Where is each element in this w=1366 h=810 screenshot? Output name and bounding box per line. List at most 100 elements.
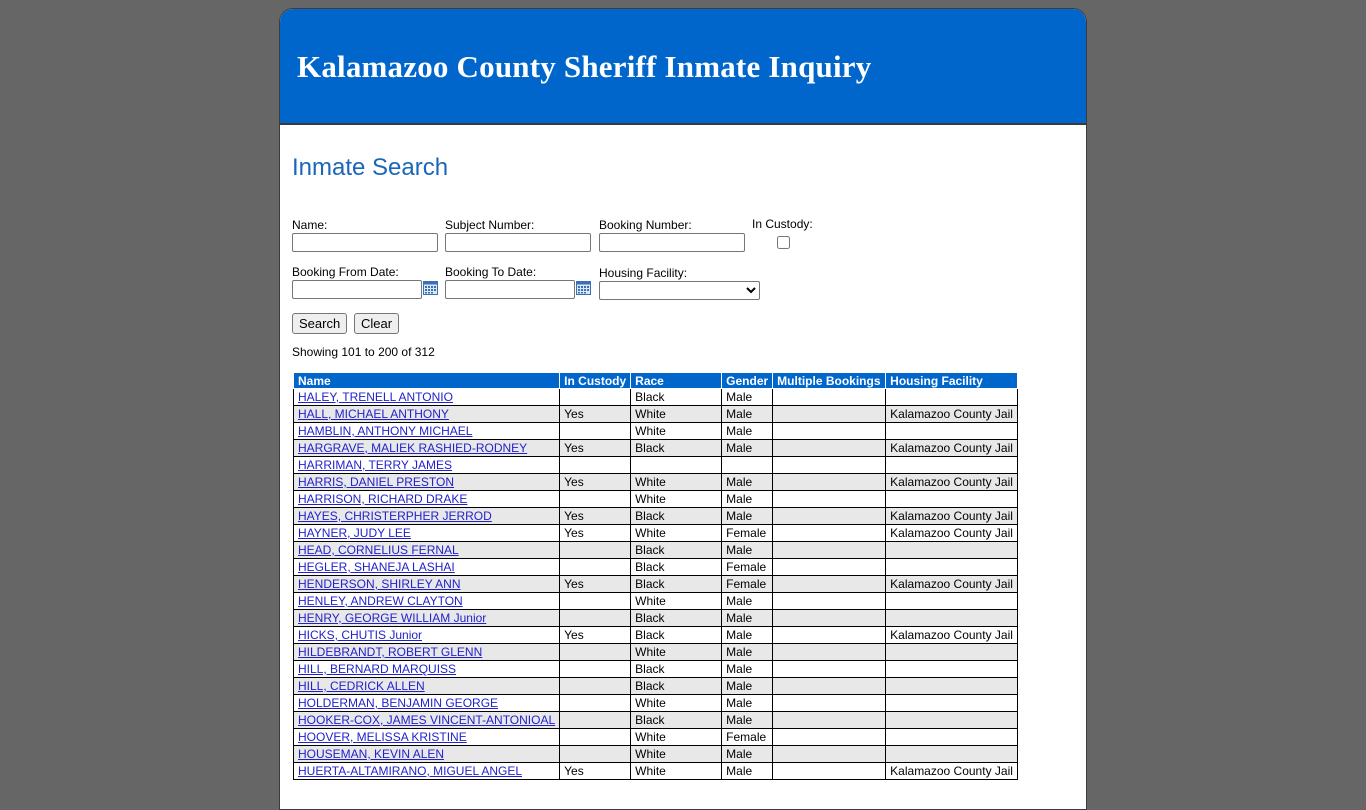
housing-facility-cell: Kalamazoo County Jail xyxy=(885,507,1019,525)
in-custody-cell xyxy=(559,677,632,695)
name-cell: HARRISON, RICHARD DRAKE xyxy=(292,490,561,508)
clear-button[interactable]: Clear xyxy=(354,313,400,334)
name-cell: HICKS, CHUTIS Junior xyxy=(292,626,561,644)
inmate-name-link[interactable]: HENLEY, ANDREW CLAYTON xyxy=(298,594,463,608)
name-cell: HENRY, GEORGE WILLIAM Junior xyxy=(292,609,561,627)
table-row: HARRIS, DANIEL PRESTON Yes White Male Kalama… xyxy=(292,473,1019,491)
in-custody-cell: Yes xyxy=(559,626,632,644)
gender-cell: Male xyxy=(721,541,774,559)
housing-facility-cell: Kalamazoo County Jail xyxy=(885,626,1019,644)
gender-cell: Male xyxy=(721,745,774,763)
name-cell: HAMBLIN, ANTHONY MICHAEL xyxy=(292,422,561,440)
column-header-name[interactable]: Name xyxy=(292,372,561,389)
inmate-name-link[interactable]: HARGRAVE, MALIEK RASHIED-RODNEY xyxy=(298,441,527,455)
gender-cell: Male xyxy=(721,473,774,491)
in-custody-cell xyxy=(559,694,632,712)
column-header-gender[interactable]: Gender xyxy=(721,372,774,389)
inmate-name-link[interactable]: HARRISON, RICHARD DRAKE xyxy=(298,492,467,506)
inmate-name-link[interactable]: HALL, MICHAEL ANTHONY xyxy=(298,407,449,421)
gender-cell xyxy=(721,456,774,474)
in-custody-cell xyxy=(559,456,632,474)
multiple-bookings-cell xyxy=(772,626,887,644)
calendar-icon[interactable] xyxy=(423,281,438,295)
name-input[interactable] xyxy=(292,233,438,252)
gender-cell: Female xyxy=(721,728,774,746)
column-header-housing-facility[interactable]: Housing Facility xyxy=(885,372,1019,389)
column-header-race[interactable]: Race xyxy=(630,372,723,389)
inmate-name-link[interactable]: HARRIMAN, TERRY JAMES xyxy=(298,458,452,472)
header-banner: Kalamazoo County Sheriff Inmate Inquiry xyxy=(280,9,1086,125)
gender-cell: Male xyxy=(721,609,774,627)
housing-facility-cell xyxy=(885,694,1019,712)
race-cell: White xyxy=(630,490,723,508)
inmate-name-link[interactable]: HALEY, TRENELL ANTONIO xyxy=(298,390,453,404)
table-row: HILDEBRANDT, ROBERT GLENN White Male xyxy=(292,643,1019,661)
inmate-name-link[interactable]: HILDEBRANDT, ROBERT GLENN xyxy=(298,645,482,659)
results-body: HALEY, TRENELL ANTONIO Black Male HALL, MIC… xyxy=(292,388,1019,780)
results-table: Name In Custody Race Gender Multiple Boo… xyxy=(292,372,1019,780)
table-row: HOOKER-COX, JAMES VINCENT-ANTONIOAL Black… xyxy=(292,711,1019,729)
table-row: HARRISON, RICHARD DRAKE White Male xyxy=(292,490,1019,508)
inmate-name-link[interactable]: HEGLER, SHANEJA LASHAI xyxy=(298,560,455,574)
gender-cell: Male xyxy=(721,660,774,678)
name-cell: HARRIS, DANIEL PRESTON xyxy=(292,473,561,491)
table-row: HOUSEMAN, KEVIN ALEN White Male xyxy=(292,745,1019,763)
table-row: HUERTA-ALTAMIRANO, MIGUEL ANGEL Yes White M… xyxy=(292,762,1019,780)
inmate-name-link[interactable]: HOUSEMAN, KEVIN ALEN xyxy=(298,747,444,761)
inmate-name-link[interactable]: HENDERSON, SHIRLEY ANN xyxy=(298,577,461,591)
race-cell: Black xyxy=(630,388,723,406)
inmate-name-link[interactable]: HAMBLIN, ANTHONY MICHAEL xyxy=(298,424,472,438)
name-cell: HENLEY, ANDREW CLAYTON xyxy=(292,592,561,610)
booking-number-input[interactable] xyxy=(599,233,745,252)
column-header-in-custody[interactable]: In Custody xyxy=(559,372,632,389)
search-button[interactable]: Search xyxy=(292,313,348,334)
inmate-name-link[interactable]: HAYES, CHRISTERPHER JERROD xyxy=(298,509,492,523)
inmate-name-link[interactable]: HICKS, CHUTIS Junior xyxy=(298,628,422,642)
name-cell: HILL, CEDRICK ALLEN xyxy=(292,677,561,695)
name-cell: HOOKER-COX, JAMES VINCENT-ANTONIOAL xyxy=(292,711,561,729)
housing-facility-cell xyxy=(885,643,1019,661)
table-row: HALL, MICHAEL ANTHONY Yes White Male Kalamaz… xyxy=(292,405,1019,423)
inmate-name-link[interactable]: HUERTA-ALTAMIRANO, MIGUEL ANGEL xyxy=(298,764,522,778)
name-cell: HOUSEMAN, KEVIN ALEN xyxy=(292,745,561,763)
housing-facility-cell xyxy=(885,422,1019,440)
gender-cell: Male xyxy=(721,507,774,525)
multiple-bookings-cell xyxy=(772,507,887,525)
multiple-bookings-cell xyxy=(772,558,887,576)
name-cell: HOLDERMAN, BENJAMIN GEORGE xyxy=(292,694,561,712)
facility-field-group: Housing Facility: xyxy=(599,266,760,300)
inmate-name-link[interactable]: HENRY, GEORGE WILLIAM Junior xyxy=(298,611,486,625)
race-cell: White xyxy=(630,473,723,491)
custody-field-group: In Custody: xyxy=(752,217,813,252)
inmate-name-link[interactable]: HILL, BERNARD MARQUISS xyxy=(298,662,456,676)
multiple-bookings-cell xyxy=(772,422,887,440)
inmate-name-link[interactable]: HEAD, CORNELIUS FERNAL xyxy=(298,543,459,557)
race-cell: Black xyxy=(630,660,723,678)
inmate-name-link[interactable]: HOOKER-COX, JAMES VINCENT-ANTONIOAL xyxy=(298,713,555,727)
multiple-bookings-cell xyxy=(772,711,887,729)
multiple-bookings-cell xyxy=(772,524,887,542)
race-cell: White xyxy=(630,405,723,423)
subject-number-label: Subject Number: xyxy=(445,218,535,232)
multiple-bookings-cell xyxy=(772,388,887,406)
race-cell: White xyxy=(630,524,723,542)
column-header-multiple-bookings[interactable]: Multiple Bookings xyxy=(772,372,887,389)
calendar-icon[interactable] xyxy=(576,281,591,295)
housing-facility-select[interactable] xyxy=(599,281,760,300)
in-custody-checkbox[interactable] xyxy=(777,236,790,249)
booking-to-date-label: Booking To Date: xyxy=(445,265,537,279)
booking-to-date-input[interactable] xyxy=(445,280,575,299)
booking-from-date-input[interactable] xyxy=(292,280,422,299)
housing-facility-cell xyxy=(885,609,1019,627)
inmate-name-link[interactable]: HOOVER, MELISSA KRISTINE xyxy=(298,730,467,744)
race-cell: Black xyxy=(630,558,723,576)
inmate-name-link[interactable]: HARRIS, DANIEL PRESTON xyxy=(298,475,454,489)
inmate-name-link[interactable]: HAYNER, JUDY LEE xyxy=(298,526,411,540)
table-row: HARRIMAN, TERRY JAMES xyxy=(292,456,1019,474)
race-cell: White xyxy=(630,762,723,780)
multiple-bookings-cell xyxy=(772,592,887,610)
inmate-name-link[interactable]: HILL, CEDRICK ALLEN xyxy=(298,679,425,693)
inmate-name-link[interactable]: HOLDERMAN, BENJAMIN GEORGE xyxy=(298,696,498,710)
race-cell: White xyxy=(630,745,723,763)
subject-number-input[interactable] xyxy=(445,233,591,252)
